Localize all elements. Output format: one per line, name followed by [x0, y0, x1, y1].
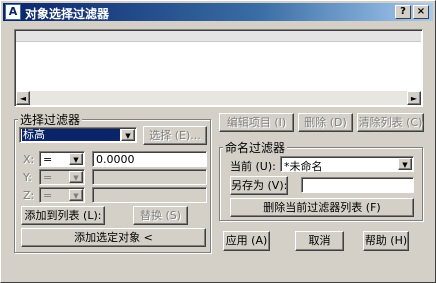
- save-as-button[interactable]: 另存为 (V):: [230, 176, 288, 195]
- delete-current-filter-list-button[interactable]: 删除当前过滤器列表 (F): [230, 198, 414, 217]
- x-operator-dropdown[interactable]: = ▼: [39, 151, 85, 167]
- y-value-input[interactable]: [92, 169, 207, 185]
- filter-dialog-window: A 对象选择过滤器 ? × ◄ ► 选择过滤器 标高 ▼ 选择 (E)... X…: [0, 0, 436, 283]
- filter-list-header: [16, 31, 421, 42]
- x-value-text: 0.0000: [96, 153, 135, 166]
- scroll-left-arrow-icon[interactable]: ◄: [16, 91, 30, 105]
- current-label: 当前 (U):: [230, 160, 276, 173]
- add-selected-object-button[interactable]: 添加选定对象 <: [21, 228, 206, 247]
- y-label: Y:: [23, 171, 32, 184]
- y-operator-dropdown[interactable]: = ▼: [39, 169, 85, 185]
- object-type-value: 标高: [22, 129, 120, 141]
- clear-list-button[interactable]: 清除列表 (C): [357, 113, 424, 132]
- chevron-down-icon: ▼: [398, 158, 412, 170]
- filter-list[interactable]: ◄ ►: [14, 29, 423, 107]
- window-title: 对象选择过滤器: [25, 7, 110, 21]
- cancel-button[interactable]: 取消: [295, 231, 344, 251]
- x-operator-value: =: [43, 153, 53, 166]
- object-type-dropdown[interactable]: 标高 ▼: [19, 127, 137, 143]
- save-as-input[interactable]: [301, 177, 414, 193]
- chevron-down-icon: ▼: [121, 129, 135, 141]
- current-filter-value: *未命名: [284, 160, 323, 173]
- horizontal-scrollbar[interactable]: ◄ ►: [16, 91, 421, 105]
- edit-item-button[interactable]: 编辑项目 (I): [219, 113, 294, 132]
- title-bar[interactable]: A 对象选择过滤器 ? ×: [3, 3, 433, 21]
- replace-button[interactable]: 替换 (S): [133, 206, 188, 225]
- delete-button[interactable]: 删除 (D): [298, 113, 353, 132]
- chevron-down-icon: ▼: [69, 171, 83, 183]
- z-operator-dropdown[interactable]: = ▼: [39, 187, 85, 203]
- named-filter-group-title: 命名过滤器: [223, 139, 288, 156]
- help-button[interactable]: 帮助 (H): [363, 231, 409, 251]
- apply-button[interactable]: 应用 (A): [223, 231, 270, 251]
- current-filter-dropdown[interactable]: *未命名 ▼: [280, 156, 414, 173]
- chevron-down-icon: ▼: [69, 189, 83, 201]
- z-value-input[interactable]: [92, 187, 207, 203]
- help-title-button[interactable]: ?: [395, 5, 411, 19]
- select-filter-group-title: 选择过滤器: [18, 111, 83, 128]
- x-value-input[interactable]: 0.0000: [92, 151, 207, 167]
- chevron-down-icon: ▼: [69, 153, 83, 165]
- scroll-right-arrow-icon[interactable]: ►: [407, 91, 421, 105]
- app-icon: A: [5, 4, 21, 20]
- add-to-list-button[interactable]: 添加到列表 (L):: [21, 206, 105, 225]
- select-button[interactable]: 选择 (E)...: [143, 126, 207, 145]
- z-label: Z:: [23, 189, 35, 202]
- x-label: X:: [23, 153, 35, 166]
- y-operator-value: =: [43, 171, 53, 184]
- z-operator-value: =: [43, 189, 53, 202]
- close-button[interactable]: ×: [413, 5, 429, 19]
